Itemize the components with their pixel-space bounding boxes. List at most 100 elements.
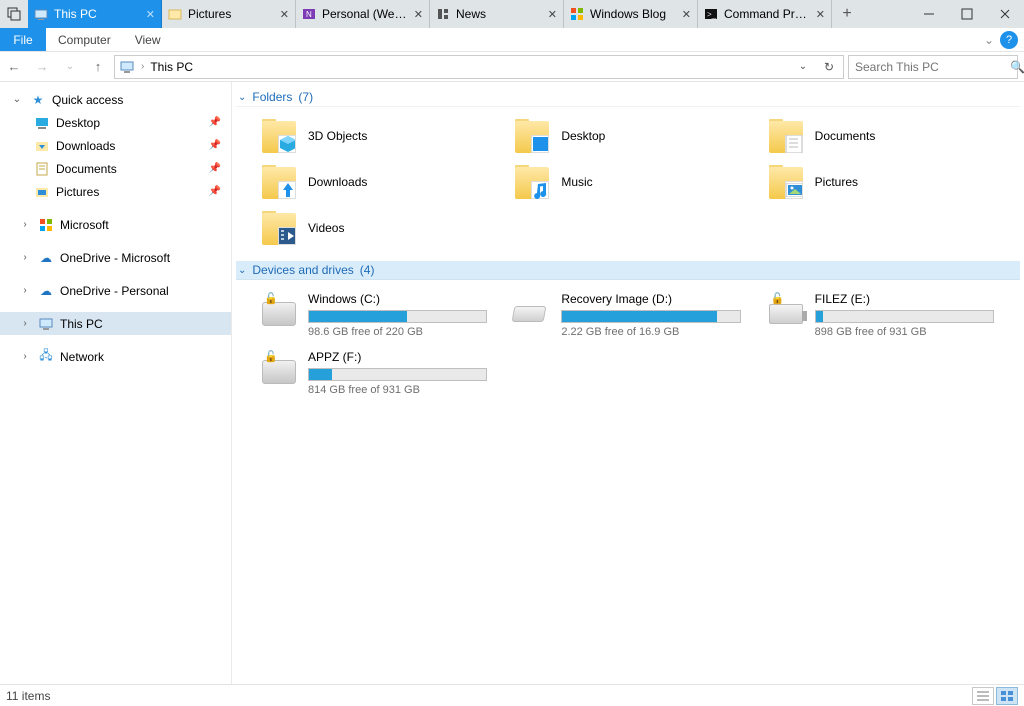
folder-item[interactable]: Desktop (513, 115, 766, 157)
sidebar-item-label: Documents (56, 162, 231, 176)
tab[interactable]: This PC ✕ (28, 0, 162, 28)
recent-locations-button[interactable]: ⌄ (58, 55, 82, 79)
chevron-down-icon[interactable]: ⌄ (10, 94, 24, 105)
drive-free-text: 2.22 GB free of 16.9 GB (561, 326, 740, 338)
pin-icon: 📌 (209, 117, 221, 128)
close-button[interactable] (986, 0, 1024, 28)
group-header-drives[interactable]: ⌄ Devices and drives (4) (236, 261, 1020, 280)
folder-item[interactable]: 3D Objects (260, 115, 513, 157)
tab-icon (436, 7, 450, 21)
cloud-icon: ☁ (38, 250, 54, 266)
folder-item[interactable]: Documents (767, 115, 1020, 157)
folder-item[interactable]: Pictures (767, 161, 1020, 203)
tab[interactable]: N Personal (Web) - One ✕ (296, 0, 430, 28)
group-header-folders[interactable]: ⌄ Folders (7) (236, 88, 1020, 107)
address-dropdown-icon[interactable]: ⌄ (793, 61, 813, 72)
up-button[interactable]: ↑ (86, 55, 110, 79)
tabs-button[interactable] (0, 0, 28, 28)
ribbon-computer[interactable]: Computer (46, 28, 123, 51)
svg-text:>_: >_ (707, 10, 717, 19)
drive-item[interactable]: Recovery Image (D:) 2.22 GB free of 16.9… (513, 292, 766, 340)
tab-icon (570, 7, 584, 21)
tab-icon: >_ (704, 7, 718, 21)
folder-label: Downloads (308, 175, 367, 189)
sidebar-item[interactable]: Downloads 📌 (0, 134, 231, 157)
tab[interactable]: Pictures ✕ (162, 0, 296, 28)
tab[interactable]: News ✕ (430, 0, 564, 28)
chevron-right-icon[interactable]: › (18, 285, 32, 296)
help-icon[interactable]: ? (1000, 31, 1018, 49)
close-icon[interactable]: ✕ (682, 8, 691, 21)
refresh-button[interactable]: ↻ (819, 60, 839, 74)
drive-item[interactable]: 🔓 APPZ (F:) 814 GB free of 931 GB (260, 350, 513, 398)
ribbon-view[interactable]: View (123, 28, 173, 51)
drive-item[interactable]: 🔓 Windows (C:) 98.6 GB free of 220 GB (260, 292, 513, 340)
pin-icon: 📌 (209, 186, 221, 197)
drive-free-text: 814 GB free of 931 GB (308, 384, 487, 396)
pin-icon: 📌 (209, 163, 221, 174)
drive-icon (513, 292, 551, 326)
status-item-count: 11 items (6, 689, 50, 703)
sidebar-quick-access[interactable]: ⌄ ★ Quick access (0, 88, 231, 111)
sidebar-item[interactable]: Documents 📌 (0, 157, 231, 180)
storage-bar (308, 368, 487, 381)
address-bar[interactable]: › This PC ⌄ ↻ (114, 55, 844, 79)
sidebar-onedrive-microsoft[interactable]: › ☁ OneDrive - Microsoft (0, 246, 231, 269)
chevron-right-icon[interactable]: › (18, 219, 32, 230)
folder-icon (513, 163, 551, 201)
lock-icon: 🔓 (771, 292, 785, 305)
chevron-right-icon[interactable]: › (18, 351, 32, 362)
drive-icon: 🔓 (767, 292, 805, 326)
sidebar-label: OneDrive - Personal (60, 284, 231, 298)
search-box[interactable]: 🔍 (848, 55, 1018, 79)
close-icon[interactable]: ✕ (414, 8, 423, 21)
storage-bar (815, 310, 994, 323)
chevron-right-icon[interactable]: › (18, 252, 32, 263)
drive-name: FILEZ (E:) (815, 292, 994, 306)
folder-item[interactable]: Videos (260, 207, 513, 249)
sidebar-onedrive-personal[interactable]: › ☁ OneDrive - Personal (0, 279, 231, 302)
tab-label: Command Prompt (724, 7, 810, 21)
close-icon[interactable]: ✕ (146, 8, 155, 21)
search-input[interactable] (855, 60, 1010, 74)
sidebar-label: Quick access (52, 93, 231, 107)
tab-label: This PC (54, 7, 140, 21)
drive-icon: 🔓 (260, 350, 298, 384)
tiles-view-button[interactable] (996, 687, 1018, 705)
tab-label: Pictures (188, 7, 274, 21)
forward-button[interactable]: → (30, 55, 54, 79)
ribbon-expand-icon[interactable]: ⌄ (978, 28, 1000, 51)
content-pane: ⌄ Folders (7) 3D Objects Desktop Documen… (232, 82, 1024, 684)
tab[interactable]: >_ Command Prompt ✕ (698, 0, 832, 28)
sidebar-item-label: Pictures (56, 185, 231, 199)
tab-strip: This PC ✕ Pictures ✕N Personal (Web) - O… (0, 0, 1024, 28)
details-view-button[interactable] (972, 687, 994, 705)
new-tab-button[interactable]: + (832, 0, 862, 28)
navigation-toolbar: ← → ⌄ ↑ › This PC ⌄ ↻ 🔍 (0, 52, 1024, 82)
group-count: (4) (360, 263, 375, 277)
close-icon[interactable]: ✕ (548, 8, 557, 21)
drive-item[interactable]: 🔓 FILEZ (E:) 898 GB free of 931 GB (767, 292, 1020, 340)
sidebar-item[interactable]: Pictures 📌 (0, 180, 231, 203)
file-tab[interactable]: File (0, 28, 46, 51)
folder-label: Videos (308, 221, 344, 235)
pc-icon (119, 59, 135, 75)
back-button[interactable]: ← (2, 55, 26, 79)
maximize-button[interactable] (948, 0, 986, 28)
sidebar-item[interactable]: Desktop 📌 (0, 111, 231, 134)
folder-item[interactable]: Downloads (260, 161, 513, 203)
drive-name: Recovery Image (D:) (561, 292, 740, 306)
sidebar-microsoft[interactable]: › Microsoft (0, 213, 231, 236)
sidebar-label: This PC (60, 317, 231, 331)
lock-icon: 🔓 (264, 350, 278, 363)
sidebar-this-pc[interactable]: › This PC (0, 312, 231, 335)
folders-grid: 3D Objects Desktop Documents Downloads M… (236, 113, 1020, 261)
drive-free-text: 98.6 GB free of 220 GB (308, 326, 487, 338)
close-icon[interactable]: ✕ (816, 8, 825, 21)
sidebar-network[interactable]: › 🖧 Network (0, 345, 231, 368)
chevron-right-icon[interactable]: › (18, 318, 32, 329)
close-icon[interactable]: ✕ (280, 8, 289, 21)
folder-item[interactable]: Music (513, 161, 766, 203)
tab[interactable]: Windows Blog ✕ (564, 0, 698, 28)
minimize-button[interactable] (910, 0, 948, 28)
